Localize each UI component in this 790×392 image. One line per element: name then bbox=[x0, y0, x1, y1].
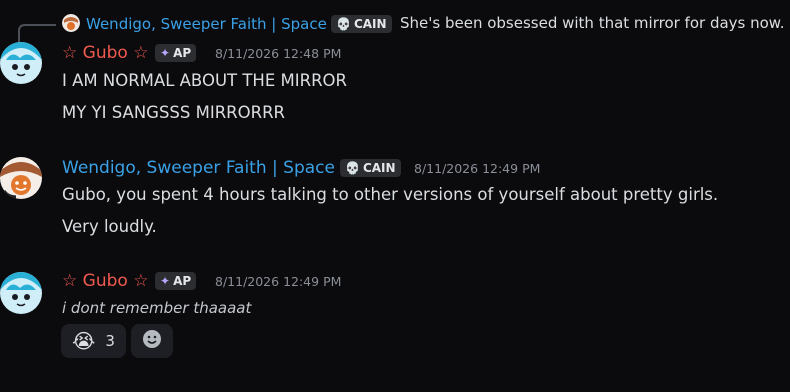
crying-face-emoji: 😭 bbox=[72, 329, 96, 353]
message: ☆ Gubo ☆ ✦ AP 8/11/2026 12:48 PM I AM NOR… bbox=[0, 38, 790, 128]
reply-tag: 💀 CAIN bbox=[331, 15, 392, 33]
add-reaction-button[interactable] bbox=[131, 324, 173, 358]
message-line: Gubo, you spent 4 hours talking to other… bbox=[62, 185, 719, 204]
timestamp[interactable]: 8/11/2026 12:49 PM bbox=[414, 161, 540, 176]
tag-label: CAIN bbox=[362, 161, 396, 175]
reply-tag-label: CAIN bbox=[353, 17, 387, 31]
skull-icon: 💀 bbox=[345, 161, 360, 175]
reply-author[interactable]: Wendigo, Sweeper Faith | Space bbox=[86, 13, 327, 35]
author-name[interactable]: Wendigo, Sweeper Faith | Space bbox=[62, 157, 335, 179]
app-tag: 💀 CAIN bbox=[340, 159, 401, 177]
timestamp[interactable]: 8/11/2026 12:49 PM bbox=[215, 274, 341, 289]
sparkle-icon: ✦ bbox=[160, 274, 171, 288]
message-line: i dont remember thaaaat bbox=[62, 299, 252, 317]
message: Wendigo, Sweeper Faith | Space 💀 CAIN 8/1… bbox=[0, 154, 790, 246]
tag-label: AP bbox=[173, 46, 192, 60]
skull-icon: 💀 bbox=[336, 17, 351, 31]
message-line: I AM NORMAL ABOUT THE MIRROR bbox=[62, 71, 347, 90]
app-tag: ✦ AP bbox=[155, 272, 197, 290]
message: ☆ Gubo ☆ ✦ AP 8/11/2026 12:49 PM i dont r… bbox=[0, 268, 790, 368]
sparkle-icon: ✦ bbox=[160, 46, 171, 60]
reply-reference[interactable]: Wendigo, Sweeper Faith | Space 💀 CAIN She… bbox=[0, 12, 790, 43]
reaction-count: 3 bbox=[105, 332, 115, 350]
timestamp[interactable]: 8/11/2026 12:48 PM bbox=[215, 46, 341, 61]
reaction-crying-face[interactable]: 😭 3 bbox=[61, 324, 126, 358]
add-reaction-icon bbox=[141, 328, 163, 354]
avatar[interactable] bbox=[0, 42, 42, 84]
author-name[interactable]: ☆ Gubo ☆ bbox=[62, 42, 148, 64]
message-line: MY YI SANGSSS MIRRORRR bbox=[62, 103, 286, 122]
app-tag: ✦ AP bbox=[155, 44, 197, 62]
reply-text[interactable]: She's been obsessed with that mirror for… bbox=[400, 14, 784, 32]
avatar[interactable] bbox=[0, 157, 42, 199]
avatar[interactable] bbox=[0, 272, 42, 314]
tag-label: AP bbox=[173, 274, 192, 288]
author-name[interactable]: ☆ Gubo ☆ bbox=[62, 270, 148, 292]
reply-avatar[interactable] bbox=[62, 14, 80, 32]
message-line: Very loudly. bbox=[62, 217, 157, 236]
